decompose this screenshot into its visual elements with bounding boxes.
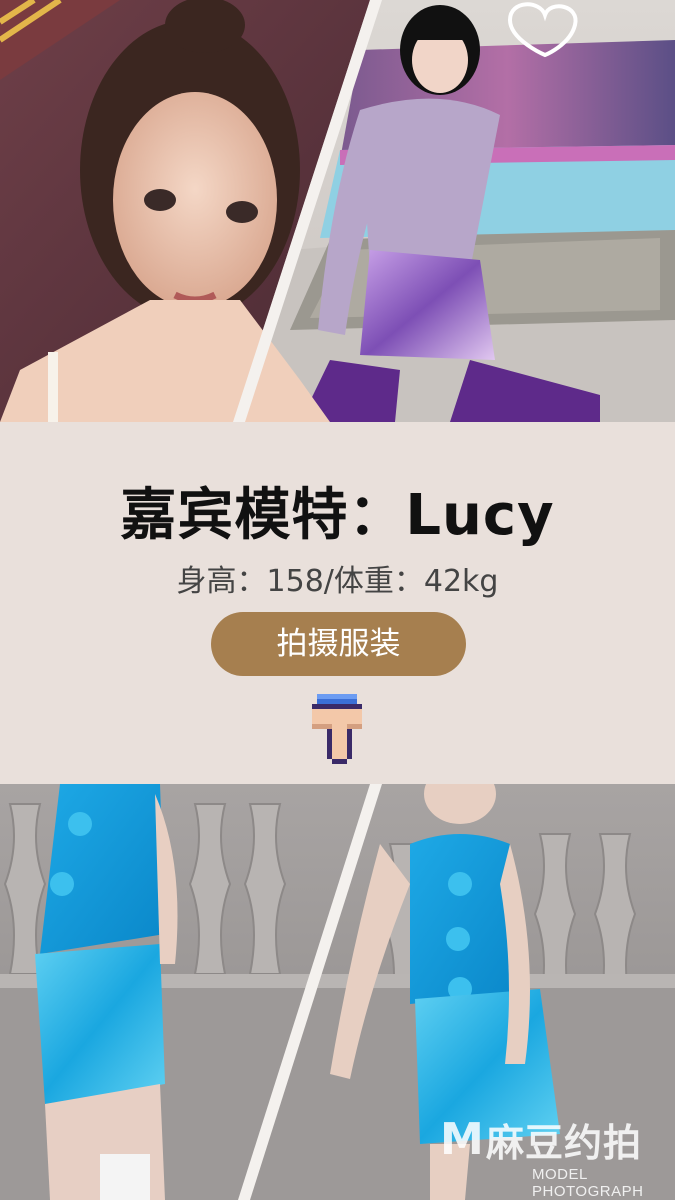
model-title: 嘉宾模特：Lucy bbox=[120, 483, 555, 548]
top-photos-illustration bbox=[0, 0, 675, 422]
brand-watermark: M 麻豆约拍 MODEL PHOTOGRAPH bbox=[440, 1112, 675, 1200]
watermark-brand: 麻豆约拍 bbox=[486, 1121, 643, 1165]
shooting-outfit-button[interactable]: 拍摄服装 bbox=[211, 612, 466, 676]
top-photo-collage bbox=[0, 0, 675, 422]
pointing-hand-down-icon bbox=[312, 694, 362, 764]
watermark-tagline: MODEL PHOTOGRAPH bbox=[532, 1166, 644, 1200]
model-stats: 身高：158/体重：42kg bbox=[176, 564, 499, 599]
watermark-logo-letter: M bbox=[440, 1114, 484, 1165]
